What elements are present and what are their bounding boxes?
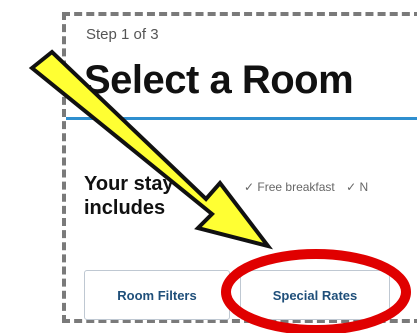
red-circle-highlight (221, 249, 411, 333)
yellow-arrow-icon (28, 49, 274, 250)
annotation-overlay (28, 49, 411, 333)
